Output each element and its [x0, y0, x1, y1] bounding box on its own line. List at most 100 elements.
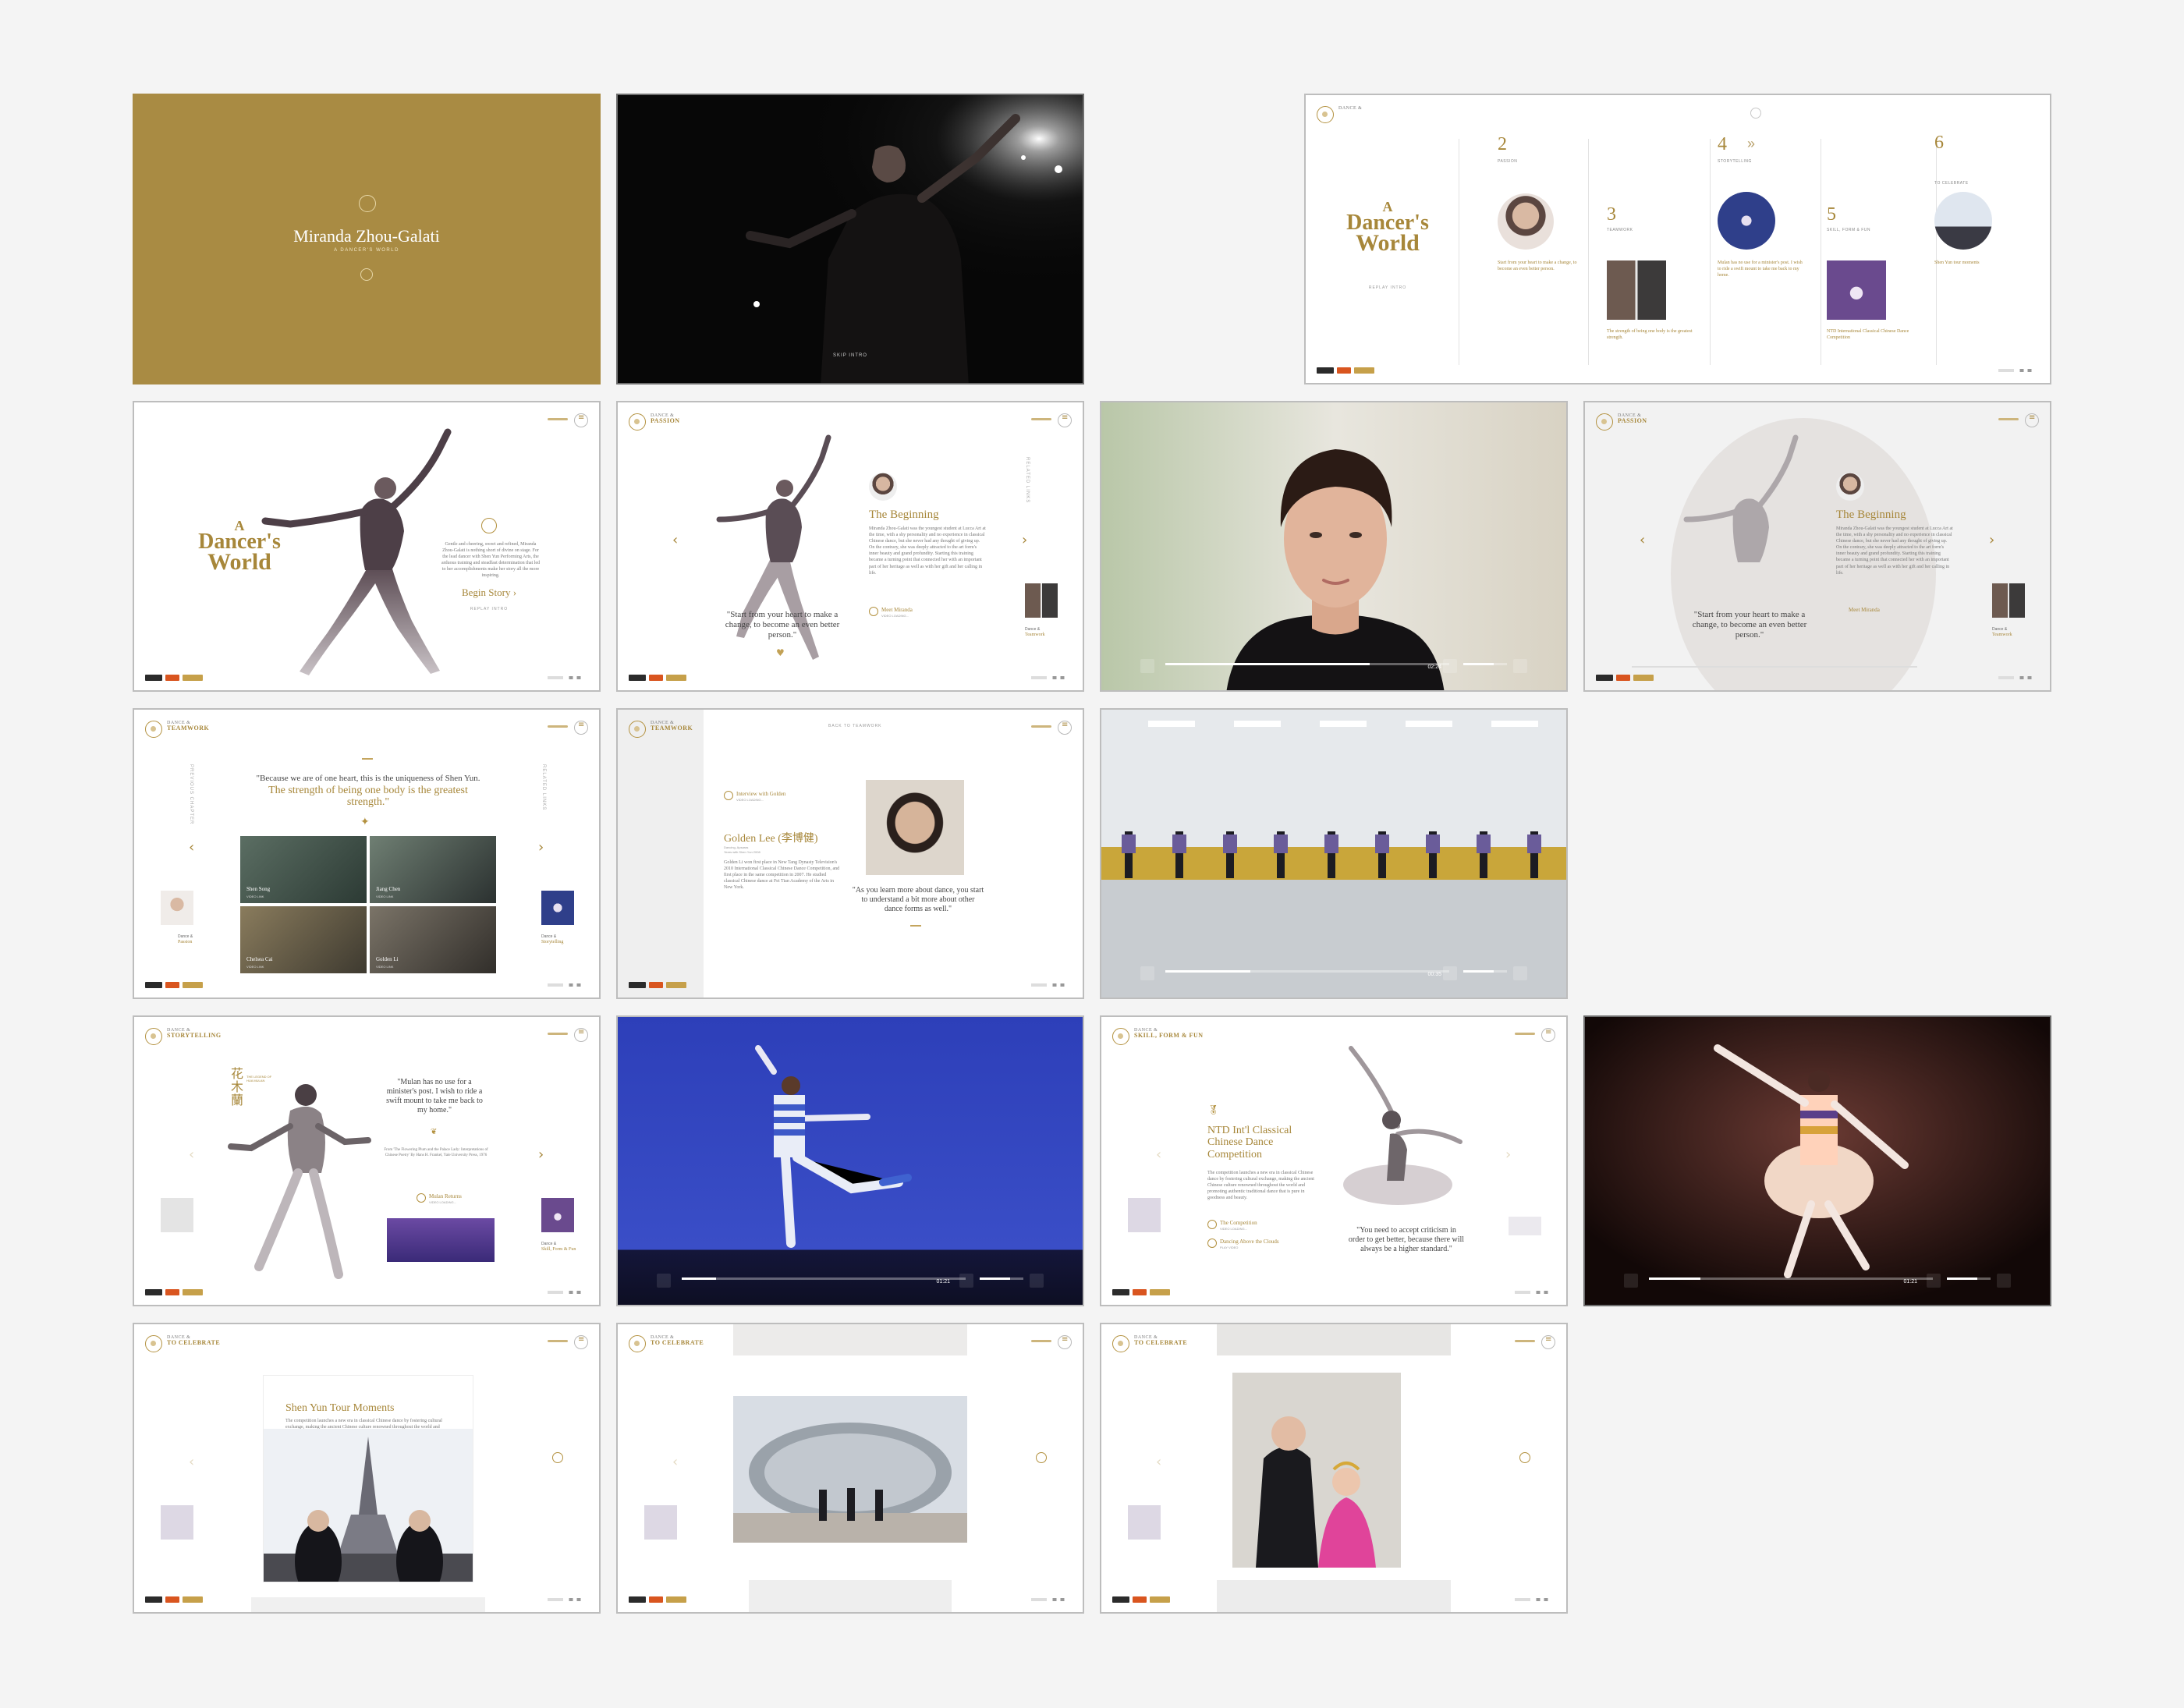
volume-slider[interactable] — [1947, 1277, 1991, 1280]
top-links[interactable] — [1515, 1340, 1535, 1342]
replay-intro-link[interactable]: REPLAY INTRO — [431, 607, 548, 611]
volume-button[interactable] — [1927, 1274, 1941, 1288]
close-button[interactable] — [1997, 1274, 2011, 1288]
next-chapter-name[interactable]: Storytelling — [541, 940, 563, 944]
scroll-down-icon[interactable] — [360, 268, 373, 281]
social-links[interactable] — [1515, 1598, 1554, 1601]
chevron-left-icon[interactable]: ‹ — [672, 1455, 678, 1469]
chevron-left-icon[interactable]: ‹ — [189, 841, 194, 855]
chevron-left-icon[interactable]: ‹ — [1156, 1455, 1161, 1469]
scroll-icon[interactable] — [1036, 1452, 1047, 1463]
menu-icon[interactable] — [1541, 1335, 1555, 1349]
timeline-caption[interactable]: Shen Yun tour moments — [1934, 260, 2012, 267]
person-card[interactable]: Jiang Chen VIDEO LINK — [370, 836, 496, 903]
volume-button[interactable] — [1443, 966, 1457, 980]
site-logo-icon[interactable] — [1112, 1335, 1129, 1352]
teamwork-chapter-thumbnail[interactable] — [1607, 260, 1666, 320]
meet-miranda-link[interactable]: Meet Miranda — [881, 607, 913, 613]
top-links[interactable] — [548, 725, 568, 728]
timeline-caption[interactable]: NTD International Classical Chinese Danc… — [1827, 329, 1920, 342]
site-logo-icon[interactable] — [629, 721, 646, 738]
menu-icon[interactable] — [574, 1335, 588, 1349]
volume-button[interactable] — [1443, 659, 1457, 673]
timeline-caption[interactable]: The strength of being one body is the gr… — [1607, 329, 1693, 342]
volume-slider[interactable] — [1463, 663, 1507, 665]
intro-video-slide[interactable]: SKIP INTRO — [616, 94, 1084, 384]
play-icon[interactable] — [869, 607, 878, 616]
close-button[interactable] — [1030, 1274, 1044, 1288]
next-chapter-thumbnail[interactable] — [1025, 583, 1058, 618]
interview-video-slide[interactable]: 02:24 — [1100, 401, 1568, 692]
next-chapter-thumbnail[interactable] — [541, 891, 574, 925]
chevron-left-icon[interactable]: ‹ — [672, 533, 678, 547]
prev-chapter-name[interactable]: Passion — [178, 940, 192, 944]
volume-button[interactable] — [959, 1274, 973, 1288]
next-chapter-name[interactable]: Skill, Form & Fun — [541, 1247, 576, 1252]
related-links-vertical[interactable]: RELATED LINKS — [541, 764, 546, 810]
social-links[interactable] — [1031, 676, 1070, 679]
scroll-icon[interactable] — [552, 1452, 563, 1463]
skill-chapter-thumbnail[interactable] — [1827, 260, 1886, 320]
prev-chapter-thumbnail[interactable] — [1128, 1198, 1161, 1232]
top-links[interactable] — [1031, 725, 1051, 728]
chevron-left-icon[interactable]: ‹ — [1640, 533, 1645, 547]
close-icon[interactable] — [1750, 108, 1761, 119]
video-progress-bar[interactable] — [1632, 666, 1917, 668]
back-link[interactable]: BACK TO TEAMWORK — [828, 724, 882, 728]
mulan-video-thumbnail[interactable] — [387, 1218, 495, 1262]
social-links[interactable] — [548, 983, 587, 987]
mulan-video-slide[interactable]: 01:21 — [616, 1015, 1084, 1306]
fullscreen-button[interactable] — [1513, 966, 1527, 980]
related-links-vertical[interactable]: RELATED LINKS — [1025, 457, 1030, 503]
site-logo-icon[interactable] — [145, 721, 162, 738]
video-progress-bar[interactable] — [1649, 1277, 1933, 1280]
social-links[interactable] — [548, 676, 587, 679]
pause-button[interactable] — [1140, 966, 1154, 980]
next-chapter-thumbnail[interactable] — [1992, 583, 2025, 618]
chevron-left-icon[interactable]: ‹ — [1156, 1148, 1161, 1162]
next-chapter-thumbnail[interactable] — [541, 1198, 574, 1232]
prev-chapter-thumbnail[interactable] — [644, 1505, 677, 1540]
pause-button[interactable] — [1140, 659, 1154, 673]
play-icon[interactable] — [724, 791, 733, 800]
chevron-right-icon[interactable]: › — [538, 1148, 544, 1162]
celebrate-chapter-thumbnail[interactable] — [1934, 192, 1992, 250]
video-progress-bar[interactable] — [1165, 663, 1449, 665]
chevron-right-icon[interactable]: › — [1505, 1148, 1511, 1162]
scroll-icon[interactable] — [1519, 1452, 1530, 1463]
video-progress-bar[interactable] — [682, 1277, 966, 1280]
social-links[interactable] — [1031, 1598, 1070, 1601]
site-logo-icon[interactable] — [1317, 106, 1334, 123]
site-logo-icon[interactable] — [629, 1335, 646, 1352]
menu-icon[interactable] — [1058, 1335, 1072, 1349]
social-links[interactable] — [548, 1598, 587, 1601]
social-links[interactable] — [1031, 983, 1070, 987]
chevron-right-icon[interactable]: › — [1989, 533, 1994, 547]
volume-slider[interactable] — [980, 1277, 1023, 1280]
mulan-returns-link[interactable]: Mulan Returns — [429, 1193, 462, 1199]
person-card[interactable]: Golden Li VIDEO LINK — [370, 906, 496, 973]
chevron-right-icon[interactable]: › — [1022, 533, 1027, 547]
menu-icon[interactable] — [1058, 721, 1072, 735]
social-links[interactable] — [1998, 369, 2037, 372]
chevron-right-icon[interactable]: › — [538, 841, 544, 855]
next-chapter-name[interactable]: Teamwork — [1992, 633, 2012, 637]
video-progress-bar[interactable] — [1165, 970, 1449, 973]
pause-button[interactable] — [1624, 1274, 1638, 1288]
top-links[interactable] — [1031, 1340, 1051, 1342]
timeline-caption[interactable]: Mulan has no use for a minister's post. … — [1718, 260, 1805, 278]
meet-miranda-link[interactable]: Meet Miranda — [1849, 607, 1880, 613]
timeline-caption[interactable]: Start from your heart to make a change, … — [1498, 260, 1583, 273]
skip-intro-button[interactable]: SKIP INTRO — [618, 353, 1083, 358]
prev-chapter-thumbnail[interactable] — [1128, 1505, 1161, 1540]
fullscreen-button[interactable] — [1513, 659, 1527, 673]
chevron-left-icon[interactable]: ‹ — [189, 1148, 194, 1162]
interview-link[interactable]: Interview with Golden — [736, 791, 785, 797]
passion-chapter-thumbnail[interactable] — [1498, 193, 1554, 250]
prev-chapter-thumbnail[interactable] — [161, 1198, 193, 1232]
social-links[interactable] — [548, 1291, 587, 1294]
prev-chapter-thumbnail[interactable] — [161, 891, 193, 925]
solo-video-slide[interactable]: 01:21 — [1583, 1015, 2051, 1306]
person-card[interactable]: Shen Song VIDEO LINK — [240, 836, 367, 903]
begin-story-button[interactable]: Begin Story › — [431, 586, 548, 599]
